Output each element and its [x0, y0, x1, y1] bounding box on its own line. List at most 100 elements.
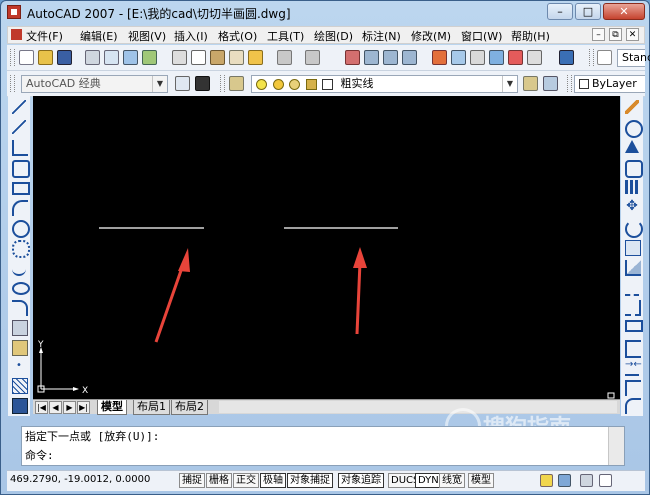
construction-line-icon[interactable] [12, 120, 26, 134]
redo-icon[interactable] [305, 50, 320, 65]
zoom-window-icon[interactable] [383, 50, 398, 65]
arc-icon[interactable] [12, 200, 28, 216]
text-style-select[interactable]: Stand [617, 49, 650, 67]
rectangle-icon[interactable] [12, 182, 30, 195]
copy-icon[interactable] [191, 50, 206, 65]
menu-tools[interactable]: 工具(T) [267, 28, 304, 44]
publish-icon[interactable] [123, 50, 138, 65]
offset-icon[interactable] [625, 160, 643, 178]
polyline-icon[interactable] [12, 140, 28, 156]
gradient-icon[interactable] [12, 398, 28, 414]
lineweight-toggle[interactable]: 线宽 [439, 473, 465, 488]
array-icon[interactable] [625, 180, 639, 194]
workspace-settings-icon[interactable] [175, 76, 190, 91]
3d-dwf-icon[interactable] [142, 50, 157, 65]
toolbar-grip-3[interactable] [10, 75, 15, 92]
menu-insert[interactable]: 插入(I) [174, 28, 208, 44]
status-menu-icon[interactable] [580, 474, 593, 487]
workspace-icon[interactable] [195, 76, 210, 91]
layer-properties-icon[interactable] [229, 76, 244, 91]
document-icon[interactable] [11, 29, 22, 40]
break-icon[interactable] [625, 340, 641, 358]
make-block-icon[interactable] [12, 340, 28, 356]
move-icon[interactable]: ✥ [625, 199, 639, 214]
rotate-icon[interactable] [625, 220, 643, 238]
color-select[interactable]: ByLayer [574, 75, 645, 93]
close-button[interactable]: ✕ [603, 3, 645, 20]
stretch-icon[interactable] [625, 260, 641, 276]
pan-icon[interactable] [345, 50, 360, 65]
toolbar-grip-4[interactable] [220, 75, 225, 92]
layer-select[interactable]: 粗实线 ▼ [251, 75, 518, 93]
workspace-select[interactable]: AutoCAD 经典 ▼ [21, 75, 168, 93]
clean-screen-icon[interactable] [599, 474, 612, 487]
doc-minimize-button[interactable]: – [592, 28, 605, 41]
fillet-icon[interactable] [625, 398, 641, 414]
coordinates-readout[interactable]: 469.2790, -19.0012, 0.0000 [10, 474, 150, 485]
text-style-icon[interactable] [597, 50, 612, 65]
properties-icon[interactable] [432, 50, 447, 65]
tab-layout1[interactable]: 布局1 [133, 400, 170, 415]
quickcalc-icon[interactable] [527, 50, 542, 65]
menu-format[interactable]: 格式(O) [218, 28, 257, 44]
ortho-toggle[interactable]: 正交 [233, 473, 259, 488]
minimize-button[interactable]: – [547, 3, 573, 20]
autocad-app-icon[interactable] [7, 5, 21, 19]
save-icon[interactable] [57, 50, 72, 65]
menu-edit[interactable]: 编辑(E) [80, 28, 118, 44]
first-tab-button[interactable]: |◀ [35, 401, 48, 414]
otrack-toggle[interactable]: 对象追踪 [338, 473, 384, 488]
new-file-icon[interactable] [19, 50, 34, 65]
maximize-button[interactable]: □ [575, 3, 601, 20]
circle-icon[interactable] [12, 220, 30, 238]
cut-icon[interactable] [172, 50, 187, 65]
zoom-realtime-icon[interactable] [364, 50, 379, 65]
break-at-point-icon[interactable] [625, 320, 643, 332]
print-preview-icon[interactable] [104, 50, 119, 65]
print-icon[interactable] [85, 50, 100, 65]
polar-toggle[interactable]: 极轴 [260, 473, 286, 488]
model-toggle[interactable]: 模型 [468, 473, 494, 488]
block-editor-icon[interactable] [248, 50, 263, 65]
menu-dimension[interactable]: 标注(N) [362, 28, 401, 44]
last-tab-button[interactable]: ▶| [77, 401, 90, 414]
grid-toggle[interactable]: 栅格 [206, 473, 232, 488]
ellipse-arc-icon[interactable] [12, 300, 28, 316]
tool-palettes-icon[interactable] [470, 50, 485, 65]
help-icon[interactable] [559, 50, 574, 65]
lock-toolbar-icon[interactable] [558, 474, 571, 487]
join-icon[interactable]: →← [625, 360, 642, 376]
hatch-icon[interactable] [12, 378, 28, 394]
polygon-icon[interactable] [12, 160, 30, 178]
comm-center-icon[interactable] [540, 474, 553, 487]
revision-cloud-icon[interactable] [12, 240, 30, 258]
ellipse-icon[interactable] [12, 282, 30, 295]
prev-tab-button[interactable]: ◀ [49, 401, 62, 414]
match-properties-icon[interactable] [229, 50, 244, 65]
mirror-icon[interactable] [625, 140, 639, 153]
spline-icon[interactable] [12, 260, 26, 276]
toolbar-grip-2[interactable] [589, 49, 594, 66]
menu-modify[interactable]: 修改(M) [411, 28, 451, 44]
scale-icon[interactable] [625, 240, 641, 256]
extend-icon[interactable] [625, 300, 641, 316]
menu-view[interactable]: 视图(V) [128, 28, 166, 44]
horizontal-scrollbar[interactable] [219, 401, 617, 413]
menu-help[interactable]: 帮助(H) [511, 28, 550, 44]
drawing-area[interactable]: Y X [33, 96, 620, 399]
menu-file[interactable]: 文件(F) [26, 28, 63, 44]
next-tab-button[interactable]: ▶ [63, 401, 76, 414]
open-file-icon[interactable] [38, 50, 53, 65]
osnap-toggle[interactable]: 对象捕捉 [287, 473, 333, 488]
command-window[interactable]: 指定下一点或 [放弃(U)]: 命令: [21, 426, 625, 466]
menu-draw[interactable]: 绘图(D) [314, 28, 353, 44]
line-icon[interactable] [12, 100, 26, 114]
erase-icon[interactable] [625, 100, 639, 114]
layer-previous-icon[interactable] [543, 76, 558, 91]
tab-layout2[interactable]: 布局2 [171, 400, 208, 415]
copy-object-icon[interactable] [625, 120, 643, 138]
snap-toggle[interactable]: 捕捉 [179, 473, 205, 488]
menu-window[interactable]: 窗口(W) [461, 28, 502, 44]
doc-restore-button[interactable]: ⧉ [609, 28, 622, 41]
command-scrollbar[interactable] [608, 427, 624, 465]
